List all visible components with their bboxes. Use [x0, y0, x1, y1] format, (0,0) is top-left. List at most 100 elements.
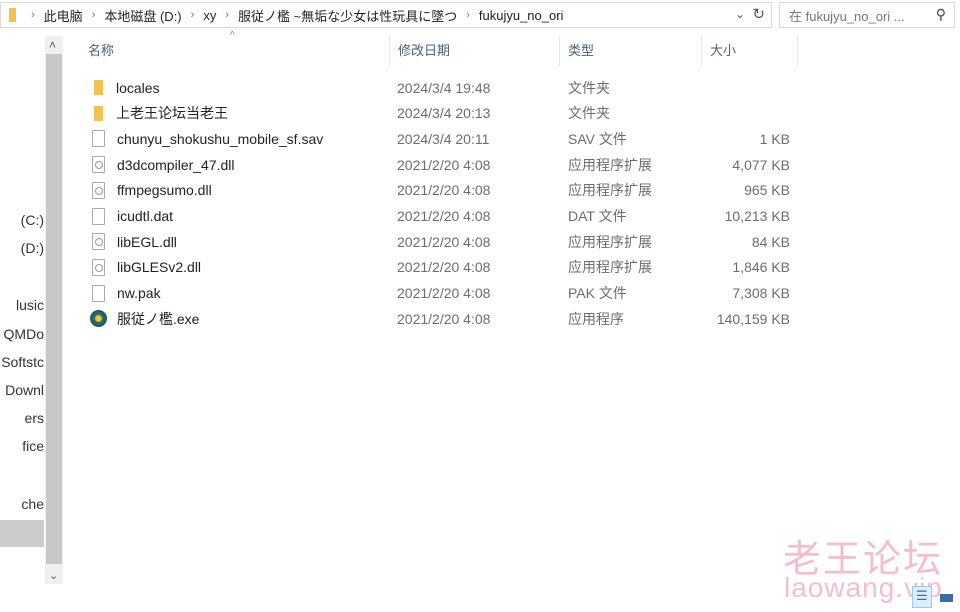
refresh-icon[interactable]: ↻ — [752, 5, 765, 23]
file-icon — [92, 284, 105, 302]
file-date: 2024/3/4 19:48 — [397, 79, 491, 96]
search-placeholder: 在 fukujyu_no_ori ... — [789, 8, 905, 24]
file-type: PAK 文件 — [568, 285, 627, 302]
column-type[interactable]: 类型 — [560, 36, 702, 66]
nav-item[interactable]: fice — [0, 438, 44, 454]
file-date: 2021/2/20 4:08 — [397, 310, 491, 327]
file-row[interactable]: 上老王论坛当老王 2024/3/4 20:13 文件夹 — [86, 101, 796, 126]
nav-item[interactable]: (C:) — [0, 212, 44, 228]
folder-icon — [9, 8, 16, 22]
file-type: 文件夹 — [568, 79, 610, 96]
file-date: 2021/2/20 4:08 — [397, 156, 491, 173]
file-name: 上老王论坛当老王 — [116, 105, 228, 122]
breadcrumb-item[interactable]: 此电脑 — [44, 6, 83, 25]
breadcrumb: › 此电脑 › 本地磁盘 (D:) › xy › 服従ノ檻 ~無垢な少女は性玩具に墜つ › fuk… — [22, 6, 563, 25]
file-type: 应用程序扩展 — [568, 182, 652, 199]
column-date-label: 修改日期 — [398, 43, 451, 58]
search-icon[interactable]: ⚲ — [936, 6, 946, 23]
chevron-down-icon[interactable]: ⌄ — [735, 7, 745, 21]
large-icons-view-button[interactable] — [936, 586, 956, 608]
column-date[interactable]: 修改日期 — [390, 36, 560, 66]
file-type: DAT 文件 — [568, 208, 627, 224]
nav-scrollbar[interactable]: ˄ ⌄ — [45, 36, 63, 584]
file-size: 140,159 KB — [716, 310, 790, 327]
file-type: 应用程序扩展 — [568, 233, 652, 250]
file-date: 2021/2/20 4:08 — [397, 259, 491, 276]
nav-item[interactable]: che — [0, 496, 44, 512]
file-row[interactable]: chunyu_shokushu_mobile_sf.sav 2024/3/4 2… — [86, 126, 796, 151]
scrollbar-thumb[interactable] — [46, 54, 62, 564]
file-row[interactable]: d3dcompiler_47.dll 2021/2/20 4:08 应用程序扩展… — [86, 152, 796, 177]
file-size: 84 KB — [751, 233, 790, 250]
column-header: 名称 修改日期 类型 大小 ^ — [80, 30, 798, 66]
file-type: 应用程序 — [568, 310, 624, 327]
file-icon — [92, 130, 105, 148]
chevron-up-icon[interactable]: ˄ — [49, 38, 56, 52]
column-size-label: 大小 — [710, 43, 737, 58]
nav-item[interactable]: Softstc — [0, 354, 44, 370]
file-row[interactable]: libGLESv2.dll 2021/2/20 4:08 应用程序扩展 1,84… — [86, 255, 796, 280]
chevron-right-icon[interactable]: › — [466, 9, 470, 21]
file-size: 10,213 KB — [724, 208, 790, 224]
file-row[interactable]: locales 2024/3/4 19:48 文件夹 — [86, 75, 796, 100]
file-type: 文件夹 — [568, 105, 610, 122]
file-date: 2021/2/20 4:08 — [397, 233, 491, 250]
dll-icon — [92, 258, 105, 276]
nav-item[interactable]: lusic — [0, 297, 44, 313]
file-name: ffmpegsumo.dll — [117, 182, 212, 199]
folder-icon — [94, 80, 103, 95]
file-type: SAV 文件 — [568, 130, 627, 147]
file-date: 2024/3/4 20:13 — [397, 105, 491, 122]
address-bar[interactable]: › 此电脑 › 本地磁盘 (D:) › xy › 服従ノ檻 ~無垢な少女は性玩具に墜つ › fuk… — [0, 2, 772, 28]
file-row[interactable]: 服従ノ檻.exe 2021/2/20 4:08 应用程序 140,159 KB — [86, 306, 796, 331]
folder-icon — [94, 105, 103, 121]
chevron-down-icon[interactable]: ⌄ — [49, 569, 58, 582]
file-name: libGLESv2.dll — [117, 259, 202, 276]
file-name: libEGL.dll — [117, 233, 177, 250]
nav-item[interactable]: (D:) — [0, 240, 44, 256]
file-date: 2021/2/20 4:08 — [397, 208, 491, 224]
file-type: 应用程序扩展 — [568, 259, 652, 276]
file-size: 965 KB — [744, 182, 790, 199]
breadcrumb-item[interactable]: 本地磁盘 (D:) — [104, 6, 181, 25]
file-row[interactable]: ffmpegsumo.dll 2021/2/20 4:08 应用程序扩展 965… — [86, 178, 796, 203]
column-type-label: 类型 — [568, 43, 595, 58]
chevron-right-icon[interactable]: › — [191, 9, 195, 21]
chevron-right-icon[interactable]: › — [225, 9, 229, 21]
exe-icon — [90, 310, 107, 328]
file-name: 服従ノ檻.exe — [117, 310, 200, 327]
file-name: nw.pak — [117, 285, 161, 302]
file-row[interactable]: nw.pak 2021/2/20 4:08 PAK 文件 7,308 KB — [86, 281, 796, 306]
file-name: chunyu_shokushu_mobile_sf.sav — [117, 130, 324, 147]
chevron-right-icon[interactable]: › — [31, 9, 35, 21]
breadcrumb-item[interactable]: xy — [203, 8, 216, 23]
dll-icon — [92, 181, 105, 199]
file-size: 7,308 KB — [732, 285, 790, 302]
dll-icon — [92, 233, 105, 251]
file-name: icudtl.dat — [117, 208, 174, 224]
column-name-label: 名称 — [88, 43, 115, 58]
search-input[interactable]: 在 fukujyu_no_ori ... ⚲ — [779, 2, 955, 28]
file-size: 4,077 KB — [732, 156, 790, 173]
column-size[interactable]: 大小 — [702, 36, 798, 66]
file-date: 2021/2/20 4:08 — [397, 182, 491, 199]
file-size: 1,846 KB — [732, 259, 790, 276]
file-type: 应用程序扩展 — [568, 156, 652, 173]
file-name: d3dcompiler_47.dll — [117, 156, 235, 173]
file-date: 2021/2/20 4:08 — [397, 285, 491, 302]
nav-item[interactable]: Downl — [0, 382, 44, 398]
nav-item[interactable]: QMDo — [0, 326, 44, 342]
nav-selected-item[interactable] — [0, 520, 44, 547]
file-icon — [92, 207, 105, 225]
chevron-right-icon[interactable]: › — [92, 9, 96, 21]
details-view-button[interactable] — [912, 586, 932, 608]
nav-item[interactable]: ers — [0, 410, 44, 426]
breadcrumb-item[interactable]: 服従ノ檻 ~無垢な少女は性玩具に墜つ — [238, 6, 457, 25]
column-name[interactable]: 名称 — [80, 36, 390, 66]
breadcrumb-item[interactable]: fukujyu_no_ori — [479, 8, 564, 23]
file-row[interactable]: libEGL.dll 2021/2/20 4:08 应用程序扩展 84 KB — [86, 229, 796, 254]
file-size: 1 KB — [759, 130, 790, 147]
sort-arrow-icon: ^ — [230, 30, 235, 41]
file-row[interactable]: icudtl.dat 2021/2/20 4:08 DAT 文件 10,213 … — [86, 204, 796, 229]
dll-icon — [92, 156, 105, 174]
